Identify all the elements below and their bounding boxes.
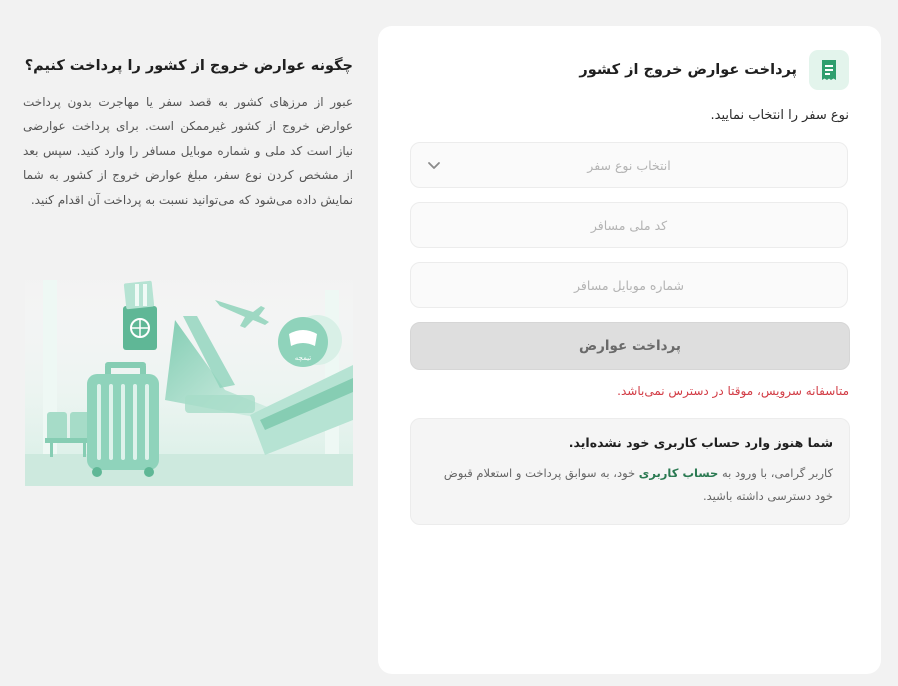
pay-button[interactable]: پرداخت عوارض <box>410 322 850 370</box>
card-header: پرداخت عوارض خروج از کشور <box>579 50 849 90</box>
chevron-down-icon <box>428 162 440 169</box>
badge-label: تیمچه <box>295 354 311 362</box>
trip-type-placeholder: انتخاب نوع سفر <box>587 157 671 173</box>
trip-type-select[interactable]: انتخاب نوع سفر <box>410 142 848 188</box>
national-id-input[interactable] <box>411 202 847 248</box>
travel-illustration: تیمچه <box>25 270 353 486</box>
info-description: عبور از مرزهای کشور به قصد سفر یا مهاجرت… <box>23 95 353 207</box>
mobile-input[interactable] <box>411 262 847 308</box>
mobile-field[interactable] <box>410 262 848 308</box>
login-notice: شما هنوز وارد حساب کاربری خود نشده‌اید. … <box>410 418 850 525</box>
login-notice-text: کاربر گرامی، با ورود به حساب کاربری خود،… <box>427 462 833 508</box>
service-error-message: متاسفانه سرویس، موقتا در دسترس نمی‌باشد. <box>617 384 849 398</box>
account-link[interactable]: حساب کاربری <box>639 466 719 480</box>
page-title: پرداخت عوارض خروج از کشور <box>579 62 797 78</box>
info-title: چگونه عوارض خروج از کشور را پرداخت کنیم؟ <box>24 58 353 74</box>
login-notice-title: شما هنوز وارد حساب کاربری خود نشده‌اید. <box>568 435 833 450</box>
login-notice-text-before: کاربر گرامی، با ورود به <box>721 466 833 480</box>
receipt-icon <box>809 50 849 90</box>
payment-card: پرداخت عوارض خروج از کشور نوع سفر را انت… <box>378 26 881 674</box>
national-id-field[interactable] <box>410 202 848 248</box>
trip-type-label: نوع سفر را انتخاب نمایید. <box>710 108 850 123</box>
